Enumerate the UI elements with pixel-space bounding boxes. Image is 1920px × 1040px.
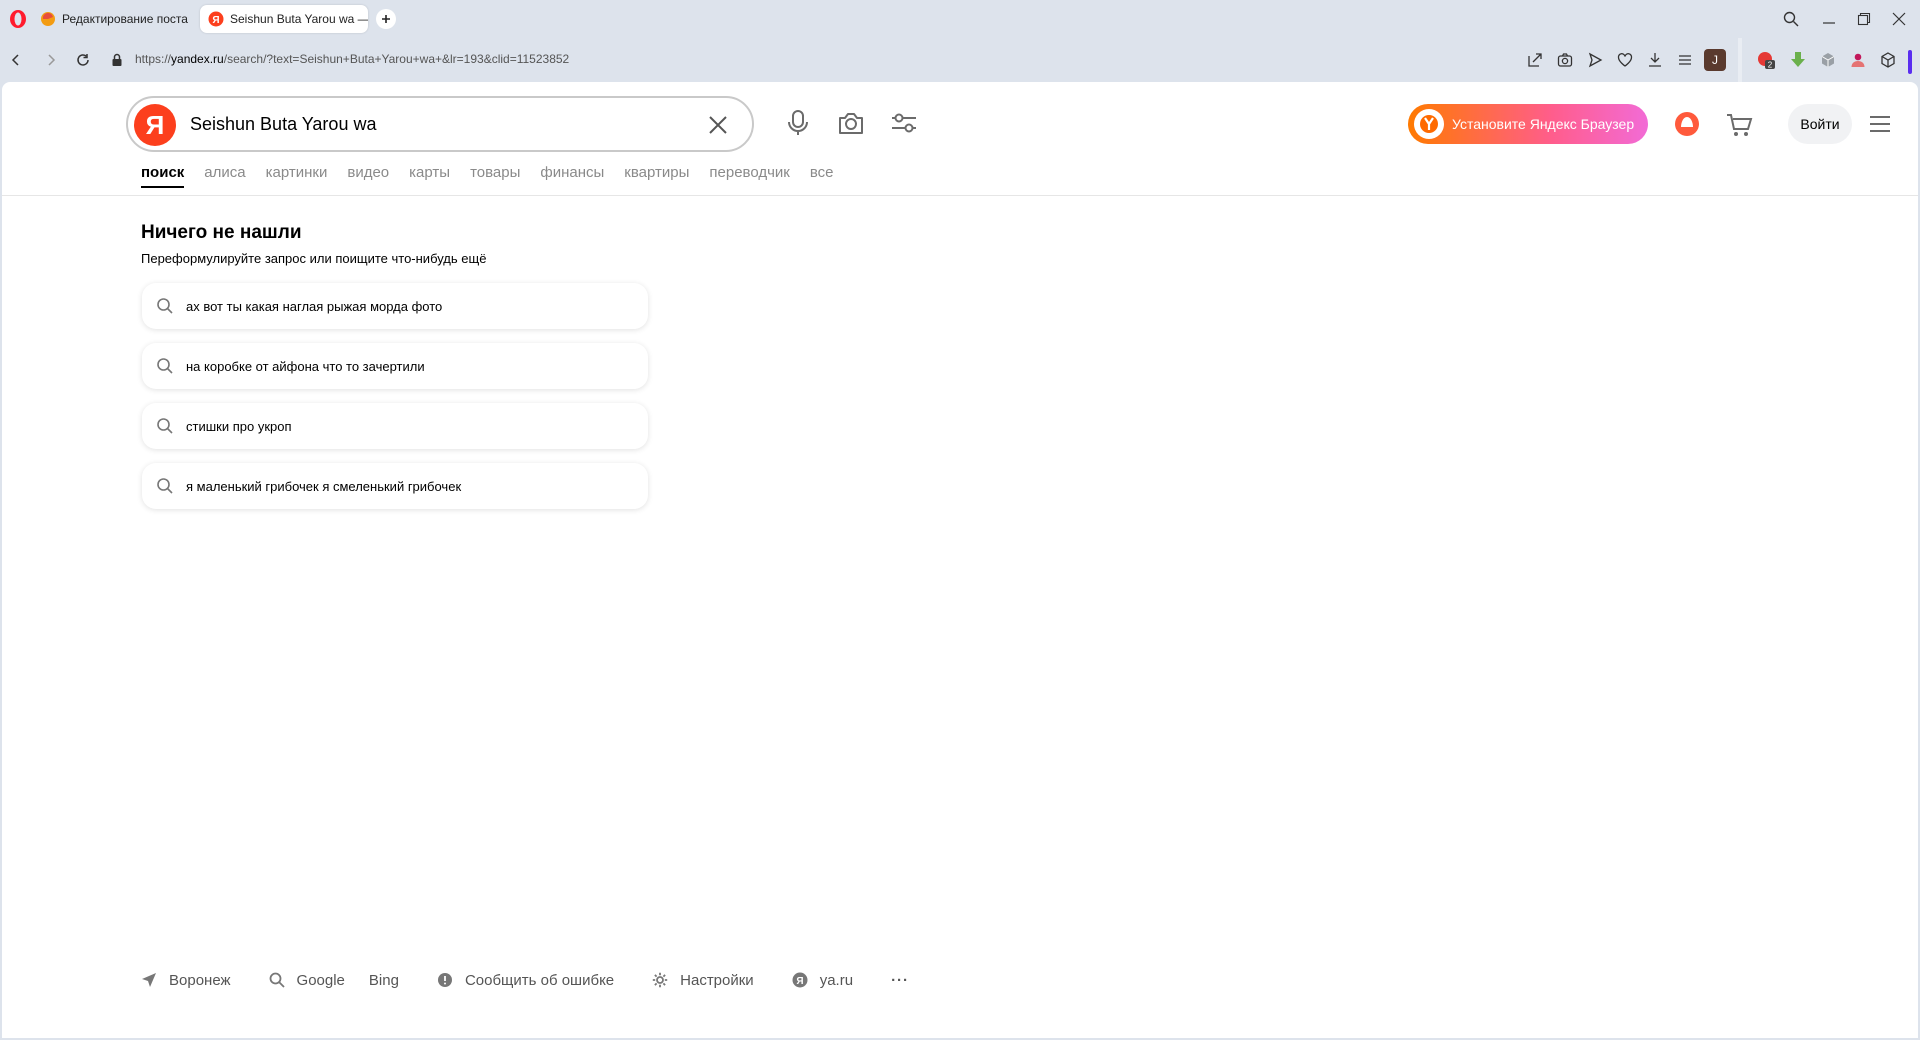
address-bar: https://yandex.ru/search/?text=Seishun+B…: [0, 38, 1920, 82]
footer-region-label: Воронеж: [169, 971, 231, 989]
footer-more-icon[interactable]: ···: [891, 972, 909, 989]
search-tabs-icon[interactable]: [1780, 8, 1802, 30]
tab-images[interactable]: картинки: [266, 164, 328, 188]
download-manager-extension-icon[interactable]: [1788, 50, 1808, 70]
tab-alice[interactable]: алиса: [204, 164, 245, 188]
heart-icon[interactable]: [1615, 50, 1635, 70]
cube-extension-icon[interactable]: [1818, 50, 1838, 70]
profile-avatar[interactable]: J: [1704, 49, 1726, 71]
footer-region[interactable]: Воронеж: [141, 972, 231, 989]
footer-report-label: Сообщить об ошибке: [464, 971, 615, 989]
tab-all[interactable]: все: [810, 164, 834, 188]
suggestion-item[interactable]: на коробке от айфона что то зачертили: [142, 343, 648, 389]
filters-icon[interactable]: [889, 108, 919, 138]
tab-edit-post[interactable]: Редактирование поста: [32, 5, 192, 33]
suggestion-text: я маленький грибочек я смеленький грибоч…: [186, 478, 462, 494]
send-icon[interactable]: [1585, 50, 1605, 70]
tabs-divider: [2, 195, 1918, 196]
download-icon[interactable]: [1645, 50, 1665, 70]
easy-setup-icon[interactable]: [1675, 50, 1695, 70]
svg-text:Я: Я: [796, 976, 803, 987]
yandex-search-page: Я Seishun Buta Yarou wa Установите Яндек…: [2, 82, 1918, 1038]
footer-ya-label: ya.ru: [819, 971, 854, 989]
tab-finance[interactable]: финансы: [540, 164, 604, 188]
search-icon: [157, 418, 173, 434]
footer-google[interactable]: Google: [269, 972, 345, 989]
footer-settings-label: Настройки: [680, 971, 754, 989]
tab-search[interactable]: поиск: [141, 164, 185, 188]
search-icon: [157, 298, 173, 314]
suggestion-item[interactable]: ах вот ты какая наглая рыжая морда фото: [142, 283, 648, 329]
tab-yandex-search[interactable]: Я Seishun Buta Yarou wa —: [200, 5, 368, 33]
pikabu-favicon-icon: [40, 11, 56, 27]
search-box[interactable]: Я Seishun Buta Yarou wa: [126, 96, 754, 152]
yandex-logo[interactable]: Я: [134, 104, 176, 146]
tab-maps[interactable]: карты: [409, 164, 450, 188]
install-browser-button[interactable]: Установите Яндекс Браузер: [1408, 104, 1648, 144]
svg-text:Я: Я: [212, 15, 219, 26]
yandex-favicon-icon: Я: [208, 11, 224, 27]
extensions-icon[interactable]: [1878, 50, 1898, 70]
suggestion-text: на коробке от айфона что то зачертили: [186, 358, 425, 374]
yandex-icon: Я: [792, 972, 808, 988]
footer-bing[interactable]: Bing: [369, 972, 399, 989]
minimize-icon[interactable]: [1818, 8, 1840, 30]
opera-logo-icon[interactable]: [8, 9, 28, 29]
reload-icon[interactable]: [73, 50, 93, 70]
no-results-subtitle: Переформулируйте запрос или поищите что-…: [141, 251, 487, 266]
search-icon: [157, 478, 173, 494]
tab-apartments[interactable]: квартиры: [624, 164, 689, 188]
image-search-icon[interactable]: [836, 108, 866, 138]
tab-translator[interactable]: переводчик: [709, 164, 789, 188]
footer-report-error[interactable]: Сообщить об ошибке: [437, 972, 614, 989]
tab-title: Seishun Buta Yarou wa —: [230, 12, 368, 26]
install-browser-label: Установите Яндекс Браузер: [1452, 116, 1635, 132]
sidebar-accent: [1908, 50, 1912, 74]
search-input[interactable]: Seishun Buta Yarou wa: [190, 114, 376, 135]
url-field[interactable]: https://yandex.ru/search/?text=Seishun+B…: [135, 52, 569, 66]
tab-video[interactable]: видео: [347, 164, 389, 188]
url-prefix: https://: [135, 52, 172, 66]
search-icon: [269, 972, 285, 988]
restore-icon[interactable]: [1853, 8, 1875, 30]
forward-icon[interactable]: [41, 50, 61, 70]
tab-bar: Редактирование поста Я Seishun Buta Yaro…: [0, 0, 1920, 38]
suggestion-text: стишки про укроп: [186, 418, 292, 434]
snapshot-icon[interactable]: [1555, 50, 1575, 70]
cart-icon[interactable]: [1724, 109, 1754, 139]
close-window-icon[interactable]: [1888, 8, 1910, 30]
adblock-extension-icon[interactable]: 2: [1756, 50, 1776, 70]
suggestion-text: ах вот ты какая наглая рыжая морда фото: [186, 298, 443, 314]
gear-icon: [652, 972, 668, 988]
back-icon[interactable]: [6, 50, 26, 70]
url-host: yandex.ru: [171, 52, 224, 66]
footer: Воронеж Google Bing Сообщить об ошибке Н…: [141, 968, 909, 992]
footer-google-label: Google: [296, 971, 345, 989]
footer-settings[interactable]: Настройки: [652, 972, 754, 989]
new-tab-button[interactable]: [376, 9, 396, 29]
footer-ya-ru[interactable]: Я ya.ru: [792, 972, 853, 989]
extension-badge-count: 2: [1768, 61, 1773, 70]
clear-search-icon[interactable]: [706, 113, 730, 137]
alert-icon: [437, 973, 452, 987]
tab-goods[interactable]: товары: [470, 164, 520, 188]
yandex-browser-icon: [1414, 109, 1444, 139]
lock-icon[interactable]: [107, 50, 127, 70]
toolbar-separator: [1738, 38, 1742, 82]
suggestion-item[interactable]: стишки про укроп: [142, 403, 648, 449]
account-extension-icon[interactable]: [1848, 50, 1868, 70]
url-path: /search/?text=Seishun+Buta+Yarou+wa+&lr=…: [223, 52, 570, 66]
search-tabs: поиск алиса картинки видео карты товары …: [141, 164, 854, 188]
location-arrow-icon: [142, 973, 156, 987]
menu-icon[interactable]: [1866, 110, 1894, 138]
no-results-title: Ничего не нашли: [141, 222, 302, 243]
alice-icon[interactable]: [1672, 109, 1702, 139]
search-icon: [157, 358, 173, 374]
tab-title: Редактирование поста: [62, 12, 188, 26]
suggestion-item[interactable]: я маленький грибочек я смеленький грибоч…: [142, 463, 648, 509]
voice-search-icon[interactable]: [783, 108, 813, 138]
login-button[interactable]: Войти: [1788, 104, 1852, 144]
share-icon[interactable]: [1525, 50, 1545, 70]
